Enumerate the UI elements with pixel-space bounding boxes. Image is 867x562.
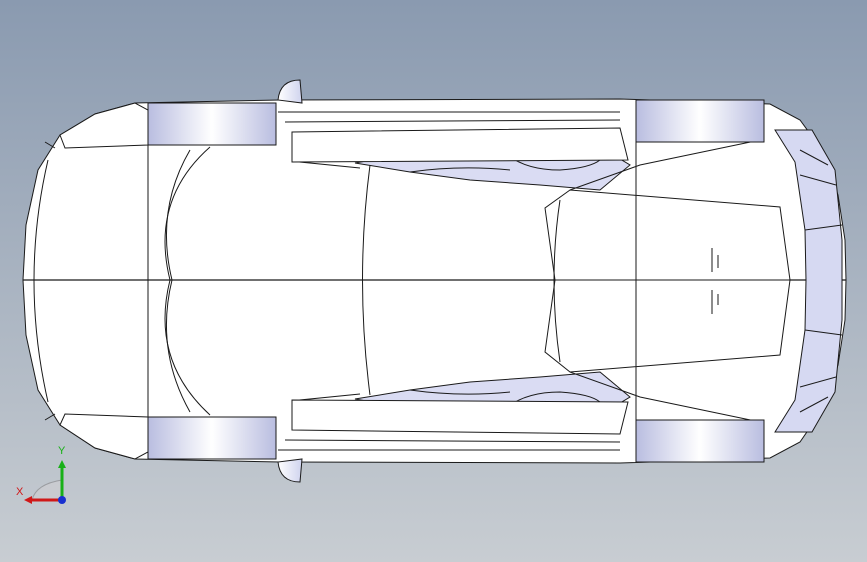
car-model-top-view[interactable] xyxy=(0,0,867,562)
x-axis-arrowhead xyxy=(24,496,32,504)
side-skirt-right xyxy=(291,399,629,435)
cad-viewport[interactable]: X Y xyxy=(0,0,867,562)
x-axis-label: X xyxy=(16,486,24,498)
y-axis-label: Y xyxy=(58,445,66,457)
engine-cover xyxy=(544,189,791,373)
wheel-front-right xyxy=(147,416,277,460)
side-skirt-left xyxy=(291,127,629,163)
triad-base-shape xyxy=(31,479,63,501)
y-axis-arrowhead xyxy=(58,460,66,468)
z-axis-dot xyxy=(58,496,66,504)
wheel-rear-left xyxy=(635,99,765,143)
axis-triad: X Y xyxy=(16,445,66,504)
wheel-rear-right xyxy=(635,419,765,463)
wheel-front-left xyxy=(147,102,277,146)
